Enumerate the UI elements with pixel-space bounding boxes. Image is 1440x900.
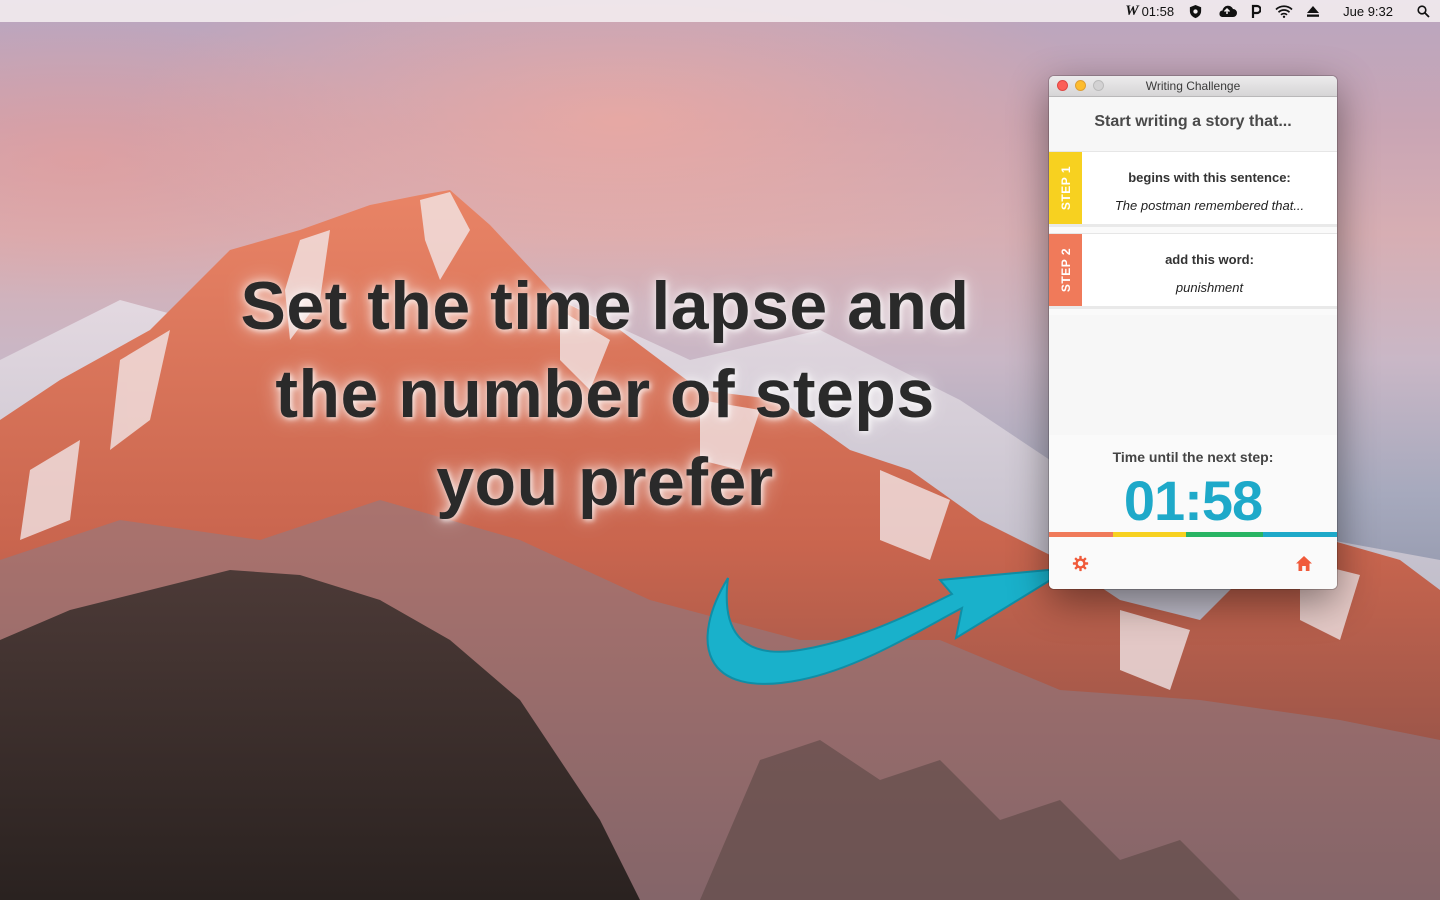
shield-icon[interactable] [1188,0,1203,22]
step-1-label: begins with this sentence: [1128,170,1291,185]
window-titlebar[interactable]: Writing Challenge [1049,76,1337,97]
step-2-tab-label: STEP 2 [1058,247,1073,293]
step-2-tab: STEP 2 [1049,234,1082,306]
headline-line-2: the number of steps [275,356,935,432]
menubar-clock[interactable]: Jue 9:32 [1343,0,1393,22]
minimize-button[interactable] [1075,80,1086,91]
wifi-icon[interactable] [1275,0,1293,22]
promo-headline: Set the time lapse and the number of ste… [180,262,1030,526]
step-card-2: STEP 2 add this word: punishment [1049,233,1337,309]
step-2-value: punishment [1175,280,1244,295]
close-button[interactable] [1057,80,1068,91]
step-1-value: The postman remembered that... [1114,198,1305,213]
headline-line-3: you prefer [436,444,774,520]
window-bottom-bar [1049,537,1337,589]
timer-label: Time until the next step: [1112,449,1274,465]
writing-area[interactable] [1049,315,1337,435]
step-1-tab-label: STEP 1 [1058,165,1073,211]
countdown-timer: 01:58 [1123,469,1263,532]
system-menubar: W 01:58 Jue 9:32 [0,0,1440,22]
step-2-label: add this word: [1165,252,1254,267]
p-icon[interactable] [1251,0,1262,22]
menubar-timer-text: 01:58 [1141,3,1175,19]
window-controls [1057,80,1111,91]
gear-icon[interactable] [1072,555,1089,572]
window-title: Writing Challenge [1145,79,1241,93]
writing-challenge-logo-icon: W [1125,2,1139,19]
menubar-app-timer[interactable]: W 01:58 [1125,0,1174,22]
headline-line-1: Set the time lapse and [240,268,970,344]
zoom-button[interactable] [1093,80,1104,91]
story-intro: Start writing a story that... [1049,97,1337,151]
step-card-1: STEP 1 begins with this sentence: The po… [1049,151,1337,227]
eject-icon[interactable] [1307,0,1320,22]
search-icon[interactable] [1417,0,1430,22]
writing-challenge-window: Writing Challenge Start writing a story … [1049,76,1337,589]
cloud-icon[interactable] [1217,0,1238,22]
curved-arrow-icon [706,567,1071,685]
step-1-tab: STEP 1 [1049,152,1082,224]
home-icon[interactable] [1295,555,1313,572]
